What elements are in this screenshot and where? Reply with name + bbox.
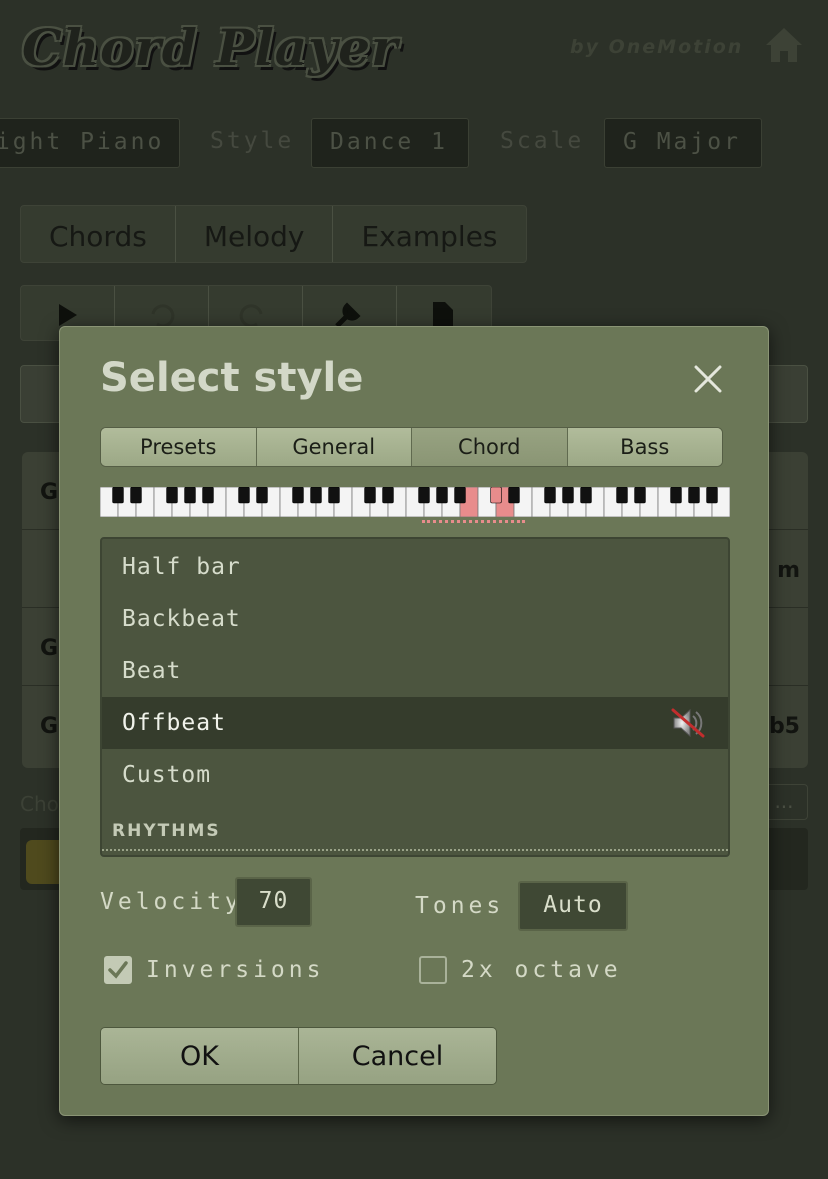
chord-range-indicator <box>422 520 525 523</box>
list-item-custom[interactable]: Custom <box>102 749 728 801</box>
piano-black-key[interactable] <box>490 487 502 504</box>
scale-label: Scale <box>500 128 585 154</box>
grid-chord[interactable]: G <box>40 480 58 505</box>
app-title: Chord Player <box>22 18 399 77</box>
section-header-rhythms: RHYTHMS <box>112 821 221 841</box>
piano-black-key[interactable] <box>706 487 718 504</box>
instrument-field[interactable]: Light Piano <box>0 118 180 168</box>
home-icon[interactable] <box>764 26 804 64</box>
piano-black-key[interactable] <box>364 487 376 504</box>
list-item-half-bar[interactable]: Half bar <box>102 541 728 593</box>
close-icon[interactable] <box>690 361 726 397</box>
cancel-button[interactable]: Cancel <box>299 1028 496 1084</box>
piano-black-key[interactable] <box>310 487 322 504</box>
select-style-dialog: Select style Presets General Chord Bass … <box>59 326 769 1116</box>
list-item-offbeat[interactable]: Offbeat <box>102 697 728 749</box>
tab-examples[interactable]: Examples <box>333 206 525 262</box>
piano-black-key[interactable] <box>544 487 556 504</box>
piano-black-key[interactable] <box>328 487 340 504</box>
dialog-buttons: OK Cancel <box>100 1027 497 1085</box>
piano-black-key[interactable] <box>436 487 448 504</box>
piano-black-key[interactable] <box>112 487 124 504</box>
tab-melody[interactable]: Melody <box>176 206 334 262</box>
tab-chord[interactable]: Chord <box>412 428 568 466</box>
list-item-label: Offbeat <box>122 710 226 736</box>
tones-label: Tones <box>415 893 505 919</box>
grid-chord[interactable]: b5 <box>769 714 800 739</box>
piano-black-key[interactable] <box>256 487 268 504</box>
inversions-label: Inversions <box>146 957 325 983</box>
main-tabs: Chords Melody Examples <box>20 205 527 263</box>
piano-black-key[interactable] <box>184 487 196 504</box>
piano-black-key[interactable] <box>562 487 574 504</box>
piano-black-key[interactable] <box>670 487 682 504</box>
piano-keyboard[interactable] <box>100 487 730 517</box>
inversions-checkbox[interactable] <box>104 956 132 984</box>
style-field[interactable]: Dance 1 <box>311 118 469 168</box>
tones-field[interactable]: Auto <box>518 881 628 931</box>
speaker-icon[interactable] <box>670 705 706 741</box>
piano-black-key[interactable] <box>202 487 214 504</box>
dialog-title: Select style <box>100 355 364 401</box>
piano-black-key[interactable] <box>508 487 520 504</box>
rhythm-list: Half bar Backbeat Beat Offbeat Custom RH… <box>100 537 730 857</box>
grid-chord[interactable]: G <box>40 714 58 739</box>
chords-label: Cho <box>20 792 59 816</box>
piano-black-key[interactable] <box>166 487 178 504</box>
velocity-field[interactable]: 70 <box>235 877 312 927</box>
piano-black-key[interactable] <box>580 487 592 504</box>
tab-chords[interactable]: Chords <box>21 206 176 262</box>
piano-black-key[interactable] <box>382 487 394 504</box>
piano-black-key[interactable] <box>130 487 142 504</box>
style-tabs: Presets General Chord Bass <box>100 427 723 467</box>
tab-general[interactable]: General <box>256 428 412 466</box>
grid-chord[interactable]: G <box>40 636 58 661</box>
piano-black-key[interactable] <box>688 487 700 504</box>
piano-black-key[interactable] <box>238 487 250 504</box>
piano-black-key[interactable] <box>616 487 628 504</box>
list-item-beat[interactable]: Beat <box>102 645 728 697</box>
piano-black-key[interactable] <box>292 487 304 504</box>
checkmark-icon <box>108 961 128 979</box>
octave-checkbox[interactable] <box>419 956 447 984</box>
piano-black-key[interactable] <box>418 487 430 504</box>
tab-presets[interactable]: Presets <box>101 428 257 466</box>
ok-button[interactable]: OK <box>101 1028 299 1084</box>
tab-bass[interactable]: Bass <box>567 428 722 466</box>
velocity-label: Velocity <box>100 889 243 915</box>
piano-black-key[interactable] <box>454 487 466 504</box>
list-divider <box>102 849 728 851</box>
octave-label: 2x octave <box>461 957 622 983</box>
list-item-backbeat[interactable]: Backbeat <box>102 593 728 645</box>
scale-field[interactable]: G Major <box>604 118 762 168</box>
style-label: Style <box>210 128 295 154</box>
piano-black-key[interactable] <box>634 487 646 504</box>
grid-chord[interactable]: m <box>777 558 800 583</box>
byline: by OneMotion <box>570 36 744 58</box>
